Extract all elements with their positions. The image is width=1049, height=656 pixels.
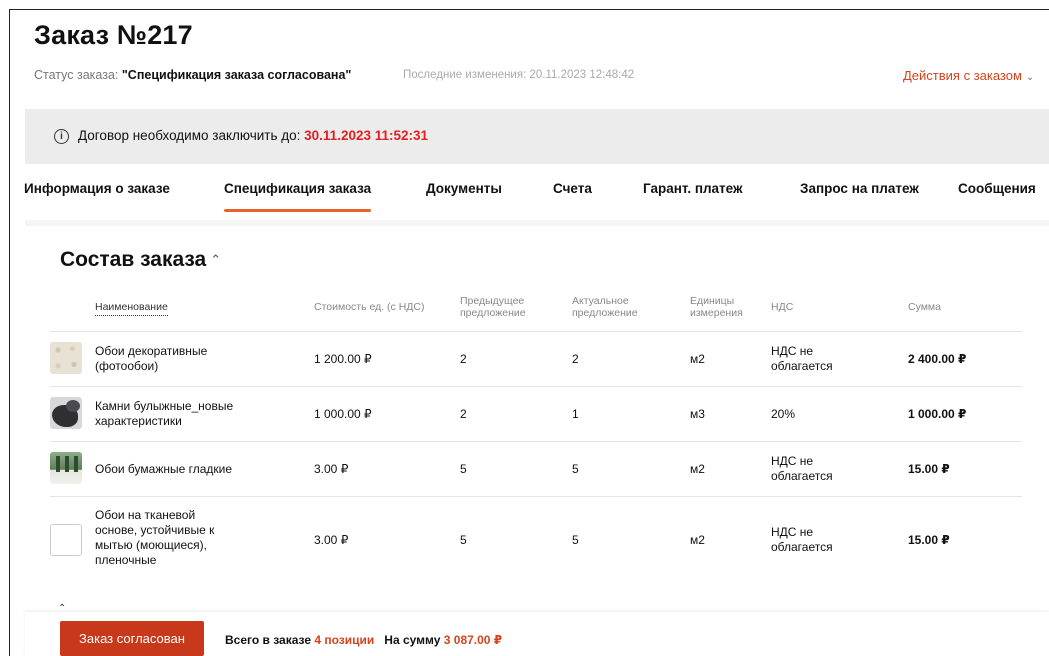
product-name-line1: Обои декоративные	[95, 344, 208, 358]
vat-line2: облагается	[771, 469, 833, 483]
units: м2	[690, 352, 705, 366]
vat: НДС не облагается	[771, 525, 833, 555]
wallpaper-thumbnail[interactable]	[50, 342, 82, 374]
unit-price: 1 000.00 ₽	[314, 407, 372, 421]
unit-price: 3.00 ₽	[314, 533, 349, 547]
vat-line2: облагается	[771, 540, 833, 554]
positions-count: 4 позиции	[314, 633, 375, 647]
column-header-actual-line1: Актуальное	[572, 295, 629, 307]
column-header-name[interactable]: Наименование	[95, 301, 168, 316]
product-name-line4: пленочные	[95, 553, 157, 567]
unit-price: 3.00 ₽	[314, 462, 349, 476]
notice-text: Договор необходимо заключить до: 30.11.2…	[78, 128, 428, 143]
order-actions-dropdown[interactable]: Действия с заказом ⌄	[903, 68, 1034, 83]
row-sum: 2 400.00 ₽	[908, 352, 967, 366]
vat: НДС не облагается	[771, 344, 833, 374]
row-sum: 15.00 ₽	[908, 462, 950, 476]
column-header-actual: Актуальное предложение	[572, 295, 638, 319]
chevron-down-icon: ⌄	[1025, 72, 1035, 83]
column-header-units-line2: измерения	[690, 307, 743, 319]
page-title: Заказ №217	[34, 20, 193, 50]
notice-deadline: 30.11.2023 11:52:31	[304, 128, 429, 143]
column-header-previous-line1: Предыдущее	[460, 295, 525, 307]
units: м3	[690, 407, 705, 421]
tab-guarantee-payment[interactable]: Гарант. платеж	[643, 181, 743, 196]
column-header-previous: Предыдущее предложение	[460, 295, 526, 319]
row-divider	[50, 331, 1022, 332]
previous-offer: 2	[460, 407, 467, 421]
tree-shape	[65, 456, 69, 472]
sum-label: На сумму	[384, 633, 441, 647]
info-icon: i	[54, 129, 69, 144]
chevron-up-icon[interactable]: ⌃	[210, 252, 221, 267]
column-header-units: Единицы измерения	[690, 295, 743, 319]
column-header-unit-price: Стоимость ед. (с НДС)	[314, 301, 425, 313]
order-summary: Всего в заказе 4 позиции На сумму 3 087.…	[225, 633, 502, 647]
row-sum: 15.00 ₽	[908, 533, 950, 547]
order-actions-label: Действия с заказом	[903, 68, 1022, 83]
tree-shape	[74, 456, 78, 472]
stones-thumbnail[interactable]	[50, 397, 82, 429]
status-value: "Спецификация заказа согласована"	[121, 68, 352, 82]
empty-thumbnail[interactable]	[50, 524, 82, 556]
tab-payment-request[interactable]: Запрос на платеж	[800, 181, 919, 196]
column-header-actual-line2: предложение	[572, 307, 638, 319]
tree-shape	[56, 456, 60, 472]
previous-offer: 2	[460, 352, 467, 366]
product-name: Камни булыжные_новые характеристики	[95, 399, 255, 429]
actual-offer: 2	[572, 352, 579, 366]
row-sum: 1 000.00 ₽	[908, 407, 967, 421]
product-name: Обои на тканевой основе, устойчивые к мы…	[95, 508, 255, 568]
previous-offer: 5	[460, 462, 467, 476]
units: м2	[690, 462, 705, 476]
window-border-top	[9, 9, 1049, 10]
vat-line1: НДС не	[771, 454, 814, 468]
total-label: Всего в заказе	[225, 633, 312, 647]
section-title: Состав заказа	[60, 248, 207, 271]
tab-documents[interactable]: Документы	[426, 181, 502, 196]
column-header-units-line1: Единицы	[690, 295, 735, 307]
notice-message: Договор необходимо заключить до:	[78, 128, 301, 143]
tab-order-info[interactable]: Информация о заказе	[24, 181, 170, 196]
stone-shape	[66, 400, 80, 412]
section-order-composition[interactable]: Состав заказа ⌃	[60, 248, 221, 272]
product-name-line2: (фотообои)	[95, 359, 159, 373]
tab-messages[interactable]: Сообщения	[958, 181, 1036, 196]
column-header-sum: Сумма	[908, 301, 941, 313]
product-name-line1: Камни булыжные_новые	[95, 399, 234, 413]
actual-offer: 5	[572, 533, 579, 547]
status-label: Статус заказа:	[34, 68, 119, 82]
row-divider	[50, 386, 1022, 387]
product-name: Обои бумажные гладкие	[95, 462, 233, 476]
unit-price: 1 200.00 ₽	[314, 352, 372, 366]
product-name-line1: Обои на тканевой	[95, 508, 196, 522]
actual-offer: 1	[572, 407, 579, 421]
vat: 20%	[771, 407, 796, 421]
row-divider	[50, 496, 1022, 497]
last-change-timestamp: Последние изменения: 20.11.2023 12:48:42	[403, 69, 635, 81]
contract-deadline-notice: i Договор необходимо заключить до: 30.11…	[25, 109, 1049, 164]
window-border-left	[9, 9, 10, 656]
vat-line1: НДС не	[771, 344, 814, 358]
tab-invoices[interactable]: Счета	[553, 181, 592, 196]
order-tabs: Информация о заказе Спецификация заказа …	[0, 170, 1049, 212]
actual-offer: 5	[572, 462, 579, 476]
product-name-line3: мытью (моющиеся),	[95, 538, 207, 552]
vat-line2: облагается	[771, 359, 833, 373]
forest-wallpaper-thumbnail[interactable]	[50, 452, 82, 484]
total-sum: 3 087.00 ₽	[443, 633, 503, 647]
product-name: Обои декоративные (фотообои)	[95, 344, 255, 374]
units: м2	[690, 533, 705, 547]
column-header-vat: НДС	[771, 301, 794, 313]
product-name-line2: характеристики	[95, 414, 182, 428]
vat-line1: НДС не	[771, 525, 814, 539]
column-header-previous-line2: предложение	[460, 307, 526, 319]
product-name-line2: основе, устойчивые к	[95, 523, 215, 537]
vat: НДС не облагается	[771, 454, 833, 484]
order-approved-button[interactable]: Заказ согласован	[60, 621, 204, 656]
row-divider	[50, 441, 1022, 442]
order-status: Статус заказа: "Спецификация заказа согл…	[34, 68, 351, 82]
previous-offer: 5	[460, 533, 467, 547]
tab-order-specification[interactable]: Спецификация заказа	[224, 181, 372, 212]
